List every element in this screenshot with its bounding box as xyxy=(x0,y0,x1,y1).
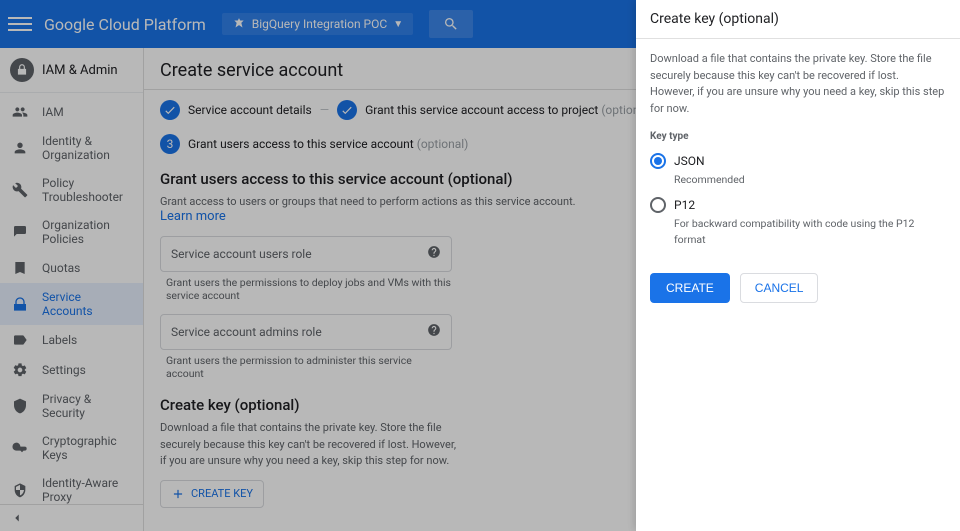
radio-p12[interactable]: P12 xyxy=(650,196,946,214)
radio-icon xyxy=(650,153,666,169)
radio-icon xyxy=(650,197,666,213)
radio-json[interactable]: JSON xyxy=(650,152,946,170)
radio-json-help: Recommended xyxy=(674,172,946,188)
radio-p12-help: For backward compatibility with code usi… xyxy=(674,216,946,248)
panel-title: Create key (optional) xyxy=(636,0,960,39)
panel-create-button[interactable]: CREATE xyxy=(650,273,730,303)
key-type-label: Key type xyxy=(650,129,946,144)
create-key-panel: Create key (optional) Download a file th… xyxy=(636,0,960,531)
panel-cancel-button[interactable]: CANCEL xyxy=(740,273,819,303)
panel-desc: Download a file that contains the privat… xyxy=(650,51,946,117)
radio-json-label: JSON xyxy=(674,152,705,170)
radio-p12-label: P12 xyxy=(674,196,695,214)
